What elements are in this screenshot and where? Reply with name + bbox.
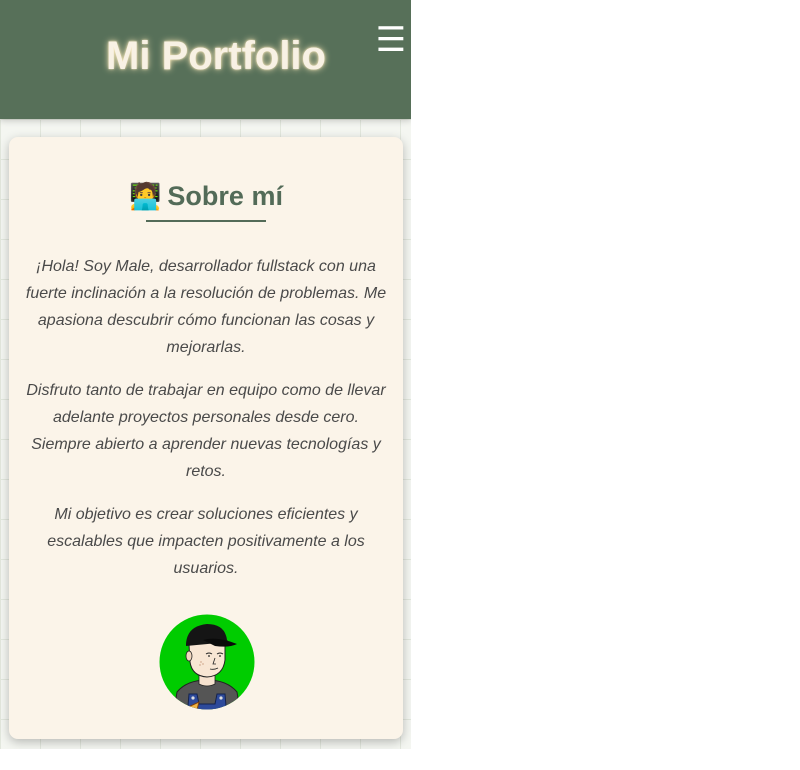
site-header: Mi Portfolio ☰ xyxy=(0,0,411,119)
technologist-emoji-icon: 🧑‍💻 xyxy=(129,182,162,212)
mobile-viewport: Mi Portfolio ☰ 🧑‍💻 Sobre mí ¡Hola! Soy Ma… xyxy=(0,0,411,749)
title-underline xyxy=(146,220,266,222)
avatar xyxy=(159,614,255,710)
hamburger-menu-icon[interactable]: ☰ xyxy=(374,23,408,57)
site-title: Mi Portfolio xyxy=(106,34,326,78)
about-paragraph-3: Mi objetivo es crear soluciones eficient… xyxy=(47,506,365,577)
about-paragraph-2: Disfruto tanto de trabajar en equipo com… xyxy=(26,382,386,480)
about-title-text: Sobre mí xyxy=(167,181,283,211)
about-title: 🧑‍💻 Sobre mí xyxy=(9,179,403,214)
about-paragraph-1: ¡Hola! Soy Male, desarrollador fullstack… xyxy=(25,258,387,356)
about-card: 🧑‍💻 Sobre mí ¡Hola! Soy Male, desarrollad… xyxy=(9,137,403,739)
